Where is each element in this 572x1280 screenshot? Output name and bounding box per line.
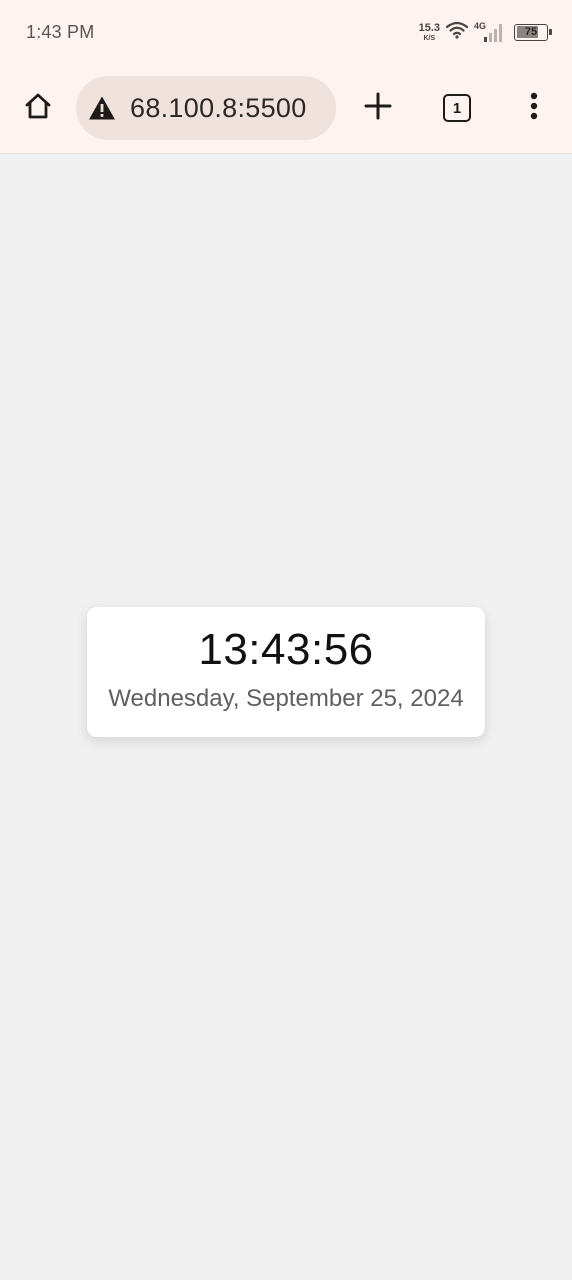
clock-card: 13:43:56 Wednesday, September 25, 2024 bbox=[87, 607, 485, 737]
browser-toolbar: 68.100.8:5500 1 bbox=[0, 64, 572, 154]
address-bar[interactable]: 68.100.8:5500 bbox=[76, 76, 336, 140]
address-url[interactable]: 68.100.8:5500 bbox=[130, 93, 307, 124]
plus-icon bbox=[363, 91, 393, 126]
home-icon bbox=[23, 91, 53, 126]
network-type: 4G bbox=[474, 21, 487, 31]
status-bar: 1:43 PM 15.3 K/S 4G 75 bbox=[0, 0, 572, 64]
network-speed-unit: K/S bbox=[423, 34, 436, 42]
clock-time: 13:43:56 bbox=[198, 625, 374, 674]
more-vertical-icon bbox=[530, 92, 538, 125]
status-time: 1:43 PM bbox=[26, 22, 95, 42]
status-indicators: 15.3 K/S 4G 75 bbox=[418, 18, 552, 46]
browser-chrome: 1:43 PM 15.3 K/S 4G 75 68.100.8:5500 1 bbox=[0, 0, 572, 154]
network-speed-value: 15.3 bbox=[418, 21, 440, 34]
tab-switcher-icon: 1 bbox=[443, 94, 471, 122]
menu-button[interactable] bbox=[510, 84, 558, 132]
new-tab-button[interactable] bbox=[354, 84, 402, 132]
tab-switcher-button[interactable]: 1 bbox=[433, 84, 481, 132]
wifi-icon bbox=[445, 21, 469, 44]
clock-date: Wednesday, September 25, 2024 bbox=[108, 685, 464, 712]
home-button[interactable] bbox=[14, 84, 62, 132]
cellular-signal-icon: 4G bbox=[474, 21, 504, 43]
battery-level: 75 bbox=[524, 26, 538, 38]
battery-nub bbox=[549, 28, 552, 35]
network-speed: 15.3 K/S bbox=[418, 21, 440, 42]
not-secure-warning-icon[interactable] bbox=[88, 94, 116, 122]
battery-icon: 75 bbox=[514, 23, 552, 41]
